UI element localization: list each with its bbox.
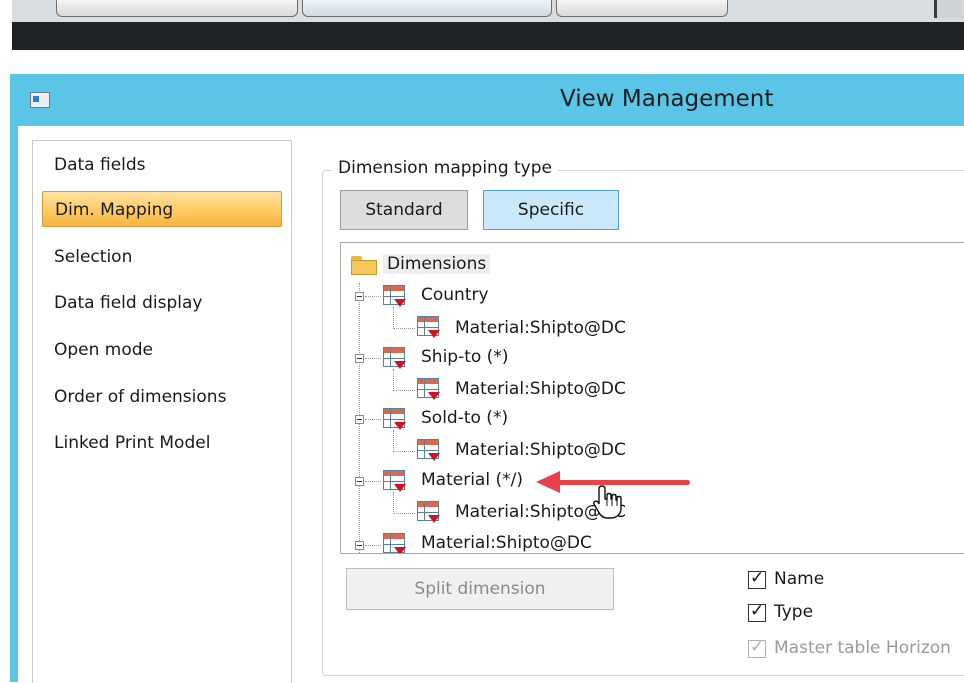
tree-connector bbox=[393, 513, 415, 515]
dimension-table-icon bbox=[417, 439, 440, 461]
tree-root-text: Dimensions bbox=[383, 254, 491, 274]
standard-button[interactable]: Standard bbox=[340, 190, 468, 230]
background-toolbar-button bbox=[56, 0, 298, 17]
name-checkbox[interactable] bbox=[748, 568, 766, 589]
dimension-tree[interactable]: Dimensions Country Material:Shipto@DC Sh… bbox=[340, 242, 964, 554]
dimension-table-icon bbox=[417, 316, 440, 338]
dimension-table-icon bbox=[417, 378, 440, 400]
tree-node-sold-to[interactable]: Sold-to (*) bbox=[421, 404, 508, 432]
tree-connector bbox=[365, 481, 381, 483]
window-frame bbox=[12, 126, 18, 682]
tree-child-ship-to[interactable]: Material:Shipto@DC bbox=[455, 375, 626, 403]
collapse-icon[interactable] bbox=[355, 415, 364, 424]
type-checkbox-label: Type bbox=[774, 602, 814, 622]
dimension-table-icon bbox=[383, 533, 406, 553]
hand-cursor-icon bbox=[593, 485, 622, 519]
background-icon bbox=[934, 0, 963, 18]
collapse-icon[interactable] bbox=[355, 292, 364, 301]
background-toolbar-button bbox=[556, 0, 728, 17]
tree-connector bbox=[365, 358, 381, 360]
tree-node-country[interactable]: Country bbox=[421, 281, 489, 309]
tree-node-material[interactable]: Material (*/) bbox=[421, 466, 523, 494]
master-table-checkbox-label: Master table Horizon bbox=[774, 638, 951, 658]
tree-connector bbox=[365, 545, 381, 547]
tree-node-ship-to[interactable]: Ship-to (*) bbox=[421, 343, 508, 371]
collapse-icon[interactable] bbox=[355, 477, 364, 486]
window-app-icon[interactable] bbox=[30, 92, 50, 108]
tree-connector bbox=[365, 419, 381, 421]
tree-connector bbox=[393, 307, 395, 329]
group-label: Dimension mapping type bbox=[332, 158, 558, 178]
background-toolbar-button bbox=[302, 0, 552, 17]
window-title: View Management bbox=[560, 86, 774, 112]
type-checkbox[interactable] bbox=[748, 601, 766, 622]
folder-icon bbox=[351, 256, 377, 275]
dimension-table-icon bbox=[383, 347, 406, 369]
nav-item-data-fields[interactable]: Data fields bbox=[42, 147, 282, 183]
tree-child-sold-to[interactable]: Material:Shipto@DC bbox=[455, 436, 626, 464]
dimension-table-icon bbox=[417, 501, 440, 523]
nav-item-linked-print-model[interactable]: Linked Print Model bbox=[42, 425, 282, 461]
tree-connector bbox=[393, 390, 415, 392]
annotation-arrow-icon bbox=[536, 471, 560, 493]
tree-node-material-shipto[interactable]: Material:Shipto@DC bbox=[421, 529, 592, 553]
tree-connector bbox=[393, 451, 415, 453]
nav-item-order-of-dimensions[interactable]: Order of dimensions bbox=[42, 379, 282, 415]
split-dimension-button[interactable]: Split dimension bbox=[346, 568, 614, 610]
name-checkbox-label: Name bbox=[774, 569, 825, 589]
dimension-table-icon bbox=[383, 470, 406, 492]
collapse-icon[interactable] bbox=[355, 354, 364, 363]
tree-root-label[interactable]: Dimensions bbox=[383, 250, 491, 278]
tree-connector bbox=[393, 492, 395, 514]
nav-item-dim-mapping[interactable]: Dim. Mapping bbox=[42, 191, 282, 227]
tree-connector bbox=[365, 296, 381, 298]
tree-connector bbox=[393, 430, 395, 452]
specific-button[interactable]: Specific bbox=[483, 190, 619, 230]
settings-nav: Data fields Dim. Mapping Selection Data … bbox=[32, 140, 292, 683]
tree-child-country[interactable]: Material:Shipto@DC bbox=[455, 314, 626, 342]
nav-item-data-field-display[interactable]: Data field display bbox=[42, 285, 282, 321]
dimension-table-icon bbox=[383, 408, 406, 430]
nav-item-selection[interactable]: Selection bbox=[42, 239, 282, 275]
tree-connector bbox=[393, 369, 395, 391]
master-table-checkbox[interactable] bbox=[748, 637, 766, 658]
collapse-icon[interactable] bbox=[355, 541, 364, 550]
nav-item-open-mode[interactable]: Open mode bbox=[42, 332, 282, 368]
dimension-table-icon bbox=[383, 285, 406, 307]
tree-connector bbox=[393, 328, 415, 330]
